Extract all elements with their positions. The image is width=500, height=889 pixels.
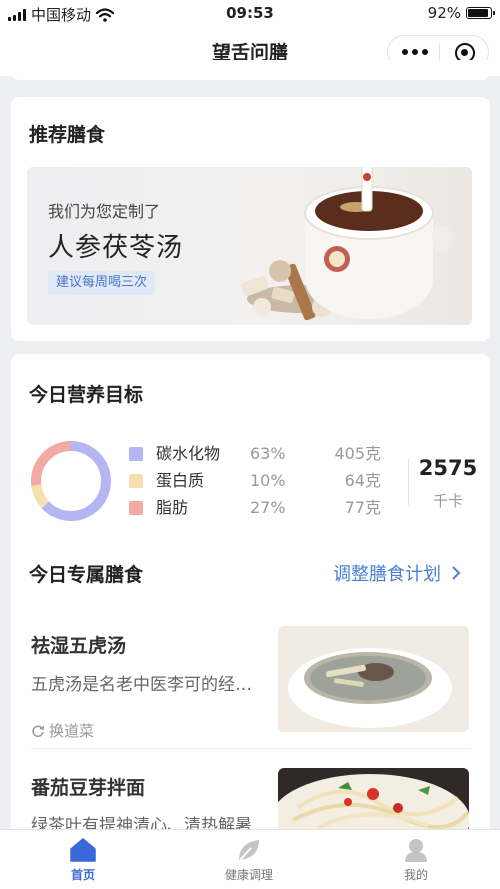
calorie-total: 2575 (418, 456, 478, 480)
recommend-card: 推荐膳食 我们为您定制了 人参茯苓汤 建议每周喝三次 (11, 97, 490, 341)
nutrition-row: 蛋白质 10% 64克 (129, 470, 381, 492)
meals-heading: 今日专属膳食 (29, 564, 144, 586)
nutrient-name: 蛋白质 (156, 471, 205, 490)
nutrient-name: 脂肪 (156, 498, 189, 517)
tab-mine-label: 我的 (403, 868, 428, 882)
banner-subtitle: 我们为您定制了 (48, 202, 161, 221)
tab-health-label: 健康调理 (224, 868, 273, 882)
home-icon (70, 838, 96, 862)
chevron-right-icon (452, 566, 461, 580)
nutrition-card: 今日营养目标 碳水化物 63% 405克 蛋白质 10% 64克 脂肪 27% … (11, 354, 490, 854)
legend-swatch (129, 474, 143, 488)
battery-icon (466, 7, 495, 19)
nutrition-row: 脂肪 27% 77克 (129, 497, 381, 519)
legend-swatch (129, 501, 143, 515)
nutrient-percent: 27% (250, 498, 286, 517)
nutrition-heading: 今日营养目标 (29, 384, 144, 406)
adjust-plan-label: 调整膳食计划 (333, 564, 441, 585)
dish-image (278, 626, 469, 732)
previous-card (11, 60, 490, 80)
refresh-icon (32, 725, 45, 737)
banner-title: 人参茯苓汤 (48, 233, 184, 263)
swap-dish-button[interactable]: 换道菜 (31, 720, 94, 741)
dish-title: 番茄豆芽拌面 (31, 777, 146, 799)
nutrient-percent: 63% (250, 444, 286, 463)
dish-image (278, 768, 469, 830)
recommend-heading: 推荐膳食 (29, 124, 106, 146)
nutrient-amount: 77克 (344, 498, 381, 517)
more-icon[interactable] (402, 49, 428, 55)
status-right: 92% (427, 4, 495, 22)
recommend-banner[interactable]: 我们为您定制了 人参茯苓汤 建议每周喝三次 (27, 167, 472, 325)
soup-pot-image (241, 167, 452, 321)
nutrition-donut-chart (31, 441, 111, 521)
tab-health[interactable]: 健康调理 (194, 830, 304, 889)
tab-mine[interactable]: 我的 (361, 830, 471, 889)
banner-tag: 建议每周喝三次 (48, 271, 156, 295)
swap-dish-label: 换道菜 (49, 722, 95, 740)
tab-home-label: 首页 (70, 868, 95, 882)
user-icon (405, 839, 427, 862)
nutrition-row: 碳水化物 63% 405克 (129, 443, 381, 465)
dish-description: 五虎汤是名老中医李可的经验方 (31, 675, 261, 695)
calorie-unit: 千卡 (432, 492, 463, 510)
status-bar: 中国移动 09:53 92% (0, 0, 500, 26)
battery-percent: 92% (427, 4, 461, 22)
nutrient-percent: 10% (250, 471, 286, 490)
dish-title: 祛湿五虎汤 (31, 635, 127, 657)
dish-divider (31, 748, 471, 749)
calorie-divider (408, 459, 409, 505)
tab-home[interactable]: 首页 (28, 830, 138, 889)
status-time: 09:53 (226, 4, 274, 22)
nutrient-amount: 64克 (344, 471, 381, 490)
adjust-plan-link[interactable]: 调整膳食计划 (333, 560, 461, 586)
tab-bar: 首页 健康调理 我的 (0, 829, 500, 889)
nutrient-name: 碳水化物 (156, 444, 221, 463)
nutrient-amount: 405克 (334, 444, 381, 463)
legend-swatch (129, 447, 143, 461)
leaf-icon (239, 840, 259, 861)
